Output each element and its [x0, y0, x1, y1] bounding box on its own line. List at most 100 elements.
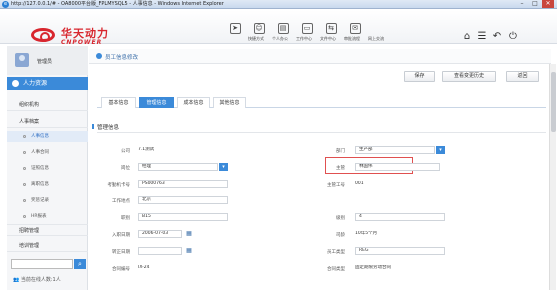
person-icon: ☺	[253, 23, 265, 34]
contract-type-value: 固定期限劳动合同	[355, 265, 391, 270]
view-history-button[interactable]: 查看变更历史	[442, 71, 496, 82]
attendance-card-label: 考勤机卡号	[107, 183, 131, 188]
sidebar-module-hr[interactable]: 人力资源	[7, 77, 88, 90]
seniority-label: 司龄	[336, 233, 345, 238]
attendance-card-input[interactable]: PS000763	[138, 180, 228, 188]
seniority-value: 10年5个月	[355, 231, 378, 236]
hire-date-input[interactable]: 2006-07-03	[138, 230, 182, 238]
avatar[interactable]	[15, 53, 29, 67]
work-location-input[interactable]: 北京	[138, 196, 228, 204]
flow-icon: ⇆	[325, 23, 337, 34]
sidebar-sub-hr-report[interactable]: HR报表	[7, 211, 88, 222]
sidebar-item-training[interactable]: 培训管理	[7, 240, 88, 252]
regular-date-label: 转正日期	[112, 250, 130, 255]
section-divider	[97, 132, 546, 133]
send-icon: ➤	[229, 23, 241, 34]
calendar-icon[interactable]: ▦	[185, 230, 193, 238]
save-button[interactable]: 保存	[404, 71, 435, 82]
topnav-file-center[interactable]: ▭ 文件中心	[296, 22, 336, 41]
desk-icon: ▤	[277, 23, 289, 34]
vertical-scrollbar[interactable]	[549, 64, 556, 290]
browser-titlebar: e http://127.0.0.1/# - OA8000平台版_FPLMYSQ…	[0, 0, 557, 9]
bullet-icon	[23, 199, 26, 202]
topnav-approval[interactable]: ⇆ 审批流程	[320, 22, 360, 41]
bullet-icon	[23, 183, 26, 186]
window-title: http://127.0.0.1/# - OA8000平台版_FPLMYSQL5…	[11, 1, 224, 7]
ie-icon: e	[2, 1, 9, 8]
online-users-icon: 👥	[13, 277, 20, 283]
contract-no-value: IX-24	[138, 265, 150, 270]
supervisor-label: 主管	[336, 166, 345, 171]
tab-other-info[interactable]: 其他信息	[213, 97, 246, 108]
bullet-icon	[23, 151, 26, 154]
breadcrumb: 员工信息修改	[89, 49, 551, 64]
sidebar-item-personnel-files[interactable]: 人事档案	[7, 116, 88, 128]
user-circle-icon	[12, 80, 19, 87]
sidebar-sub-resignation[interactable]: 离职信息	[7, 179, 88, 190]
employee-type-input[interactable]: REG	[355, 247, 445, 255]
company-value: 7.1测试	[138, 147, 155, 152]
contract-type-label: 合同类型	[327, 267, 345, 272]
sidebar-item-org[interactable]: 组织机构	[7, 99, 88, 111]
brand-name-en: CNPOWER	[61, 39, 103, 46]
bullet-icon	[23, 167, 26, 170]
online-count: 👥 当前在线人数:1人	[13, 277, 61, 283]
user-box: 管理员	[7, 46, 88, 75]
page-title: 员工信息修改	[105, 55, 139, 61]
folder-icon: ▭	[301, 23, 313, 34]
back-icon[interactable]: ↶	[492, 32, 502, 42]
minimize-icon[interactable]: –	[516, 0, 528, 8]
close-icon[interactable]: ✕	[542, 0, 554, 8]
work-location-label: 工作地点	[112, 199, 130, 204]
rank-input[interactable]: B15	[138, 213, 228, 221]
topnav-shortcuts[interactable]: ➤ 快捷方式	[224, 22, 264, 41]
employee-type-label: 员工类型	[327, 250, 345, 255]
back-button[interactable]: 返回	[506, 71, 539, 82]
regular-date-input[interactable]	[138, 247, 182, 255]
topnav-communication[interactable]: ✉ 网上交流	[344, 22, 384, 41]
app-header: 华天动力 CNPOWER ➤ 快捷方式 ☺ 个人办公 ▤ 工作中心 ▭ 文件中心…	[0, 10, 557, 46]
hire-date-label: 入职日期	[112, 233, 130, 238]
chevron-down-icon[interactable]: ▾	[436, 146, 445, 154]
sidebar-sub-contract[interactable]: 人事合同	[7, 147, 88, 158]
supervisor-input[interactable]: 林国伟	[355, 163, 440, 171]
company-label: 公司	[121, 149, 130, 154]
calendar-icon[interactable]: ▦	[185, 247, 193, 255]
grade-label: 级别	[336, 216, 345, 221]
chevron-down-icon[interactable]: ▾	[219, 163, 228, 171]
breadcrumb-icon	[96, 53, 102, 59]
bullet-icon	[23, 215, 26, 218]
bullet-icon	[23, 135, 26, 138]
scrollbar-thumb[interactable]	[551, 72, 556, 132]
section-title: 管理信息	[91, 124, 120, 131]
grade-input[interactable]: 4	[355, 213, 445, 221]
brand-logo-icon	[31, 28, 55, 42]
department-label: 部门	[336, 149, 345, 154]
user-name: 管理员	[37, 59, 53, 65]
department-select[interactable]: 生产部	[355, 146, 435, 154]
rank-label: 职别	[121, 216, 130, 221]
sidebar: 管理员 人力资源 组织机构 人事档案 人事信息 人事合同 证照信息 离职信息 奖…	[7, 46, 88, 290]
contract-no-label: 合同编号	[112, 267, 130, 272]
sidebar-item-recruitment[interactable]: 招聘管理	[7, 224, 88, 236]
sidebar-sub-rewards[interactable]: 奖惩记录	[7, 195, 88, 206]
tab-basic-info[interactable]: 基本信息	[101, 97, 136, 108]
sidebar-search-input[interactable]	[11, 259, 73, 269]
tab-bar: 基本信息 管理信息 成本信息 其他信息	[97, 95, 546, 108]
chat-icon: ✉	[349, 23, 361, 34]
power-icon[interactable]: ⏻	[508, 32, 518, 42]
position-label: 岗位	[121, 166, 130, 171]
supervisor-no-label: 主管工号	[327, 183, 345, 188]
sidebar-sub-certificates[interactable]: 证照信息	[7, 163, 88, 174]
position-select[interactable]: 经理	[138, 163, 218, 171]
menu-icon[interactable]: ☰	[477, 32, 487, 42]
supervisor-no-value: 001	[355, 181, 364, 186]
search-icon[interactable]: ⌕	[74, 259, 86, 269]
tab-management-info[interactable]: 管理信息	[139, 97, 174, 108]
home-icon[interactable]: ⌂	[462, 32, 472, 42]
topnav-personal[interactable]: ☺ 个人办公	[248, 22, 288, 41]
maximize-icon[interactable]: □	[529, 0, 541, 8]
tab-cost-info[interactable]: 成本信息	[177, 97, 210, 108]
topnav-work-center[interactable]: ▤ 工作中心	[272, 22, 312, 41]
sidebar-sub-personnel-info[interactable]: 人事信息	[7, 131, 88, 142]
